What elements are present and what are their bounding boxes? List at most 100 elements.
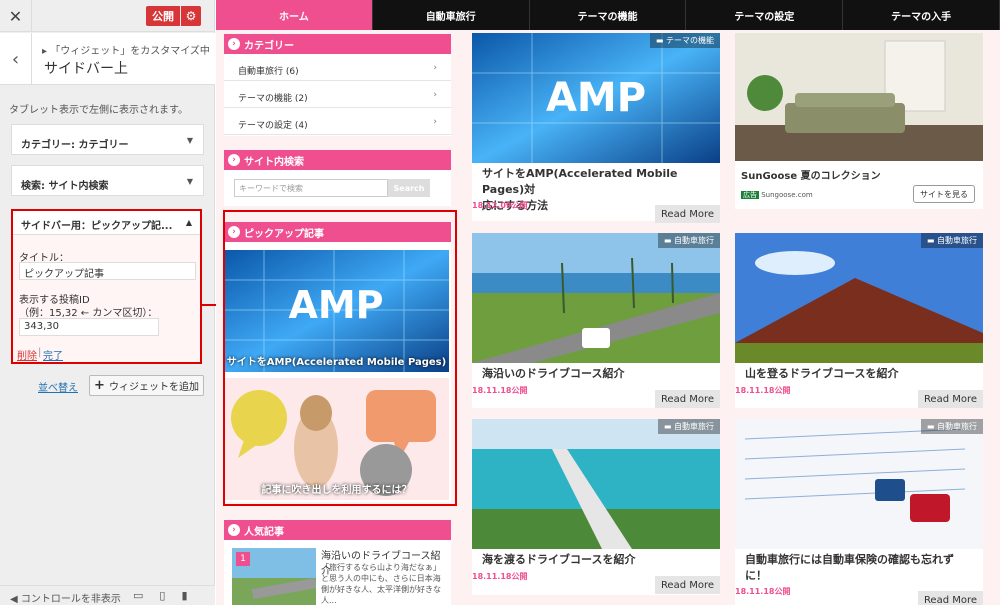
post-thumbnail: ▬ 自動車旅行 [472,419,720,549]
category-badge: ▬ 自動車旅行 [657,233,720,248]
post-ids-hint: （例：15,32 ← カンマ区切）： [19,308,158,319]
customizer-panel: ✕ 公開 ⚙ ‹ ▸ 「ウィジェット」をカスタマイズ中 サイドバー上 タブレット… [0,0,215,605]
category-badge-text: 自動車旅行 [674,236,714,245]
global-nav: ホーム 自動車旅行 テーマの機能 テーマの設定 テーマの入手 [216,0,1000,30]
nav-item-car-travel[interactable]: 自動車旅行 [373,0,530,30]
folder-icon: ▬ [926,422,935,431]
post-thumbnail: AMP ▬ テーマの機能 [472,33,720,163]
folder-icon: ▬ [663,236,672,245]
post-card[interactable]: ▬ 自動車旅行 山を登るドライブコースを紹介 18.11.18公開 Read M… [735,233,983,408]
widget-header[interactable]: サイドバー用：ピックアップ記... ▲ [13,211,200,235]
popular-excerpt: 「旅行するなら山より海だなぁ」と思う人の中にも、さらに日本海側が好きな人、太平洋… [321,563,441,604]
post-title: 山を登るドライブコースを紹介 [745,367,899,380]
section-description: タブレット表示で左側に表示されます。 [9,105,188,116]
hide-controls-button[interactable]: ◀ コントロールを非表示 [10,590,121,605]
mobile-icon[interactable]: ▮ [181,589,187,602]
widget-title: 検索: サイト内検索 [21,181,109,192]
read-more-button[interactable]: Read More [918,591,983,605]
post-thumbnail: ▬ 自動車旅行 [735,233,983,363]
search-button[interactable]: Search [388,179,430,197]
customizer-header: ✕ 公開 ⚙ [0,0,214,32]
post-ids-input[interactable]: 343,30 [19,318,159,336]
post-card[interactable]: ▬ 自動車旅行 海沿いのドライブコース紹介 18.11.18公開 Read Mo… [472,233,720,408]
post-title-line: サイトをAMP(Accelerated Mobile Pages)対 [482,167,678,196]
read-more-button[interactable]: Read More [918,390,983,408]
desktop-icon[interactable]: ▭ [133,589,143,602]
category-label: テーマの設定 (4) [238,121,308,131]
nav-item-theme-features[interactable]: テーマの機能 [530,0,687,30]
widget-categories[interactable]: カテゴリー: カテゴリー ▼ [11,124,204,155]
popular-thumb[interactable]: 1 [232,548,316,605]
widget-pickup-expanded: サイドバー用：ピックアップ記... ▲ タイトル： ピックアップ記事 表示する投… [11,209,202,364]
ad-card[interactable]: SunGoose 夏のコレクション 広告 Sungoose.com サイトを見る [735,33,983,209]
delete-link[interactable]: 削除 [17,347,37,362]
widget-heading-text: サイト内検索 [244,156,304,168]
category-badge: ▬ 自動車旅行 [657,419,720,434]
ad-title: SunGoose 夏のコレクション [741,171,881,182]
widget-title: サイドバー用：ピックアップ記... [21,221,173,232]
publish-button[interactable]: 公開 [146,6,180,26]
ad-domain: Sungoose.com [761,191,813,199]
nav-item-theme-settings[interactable]: テーマの設定 [686,0,844,30]
category-badge-text: 自動車旅行 [674,422,714,431]
link-separator: | [38,347,42,358]
section-header: ‹ ▸ 「ウィジェット」をカスタマイズ中 サイドバー上 [0,33,215,85]
chevron-right-icon: › [433,63,437,73]
chevron-right-icon: › [228,524,240,536]
post-date: 18.11.18公開 [472,572,528,581]
category-label: テーマの機能 (2) [238,94,308,104]
category-item[interactable]: テーマの設定 (4) › [224,108,451,135]
widget-heading-text: カテゴリー [244,40,294,52]
post-date: 18.12.09公開 [472,201,528,210]
category-badge: ▬ 自動車旅行 [920,233,983,248]
read-more-button[interactable]: Read More [655,576,720,594]
widget-search[interactable]: 検索: サイト内検索 ▼ [11,165,204,196]
search-widget: › サイト内検索 キーワードで検索 Search [224,150,451,206]
category-badge: ▬ 自動車旅行 [920,419,983,434]
folder-icon: ▬ [663,422,672,431]
nav-item-home[interactable]: ホーム [216,0,373,30]
search-form: キーワードで検索 Search [224,170,451,202]
rank-badge: 1 [236,552,250,566]
back-arrow-icon[interactable]: ‹ [0,33,32,85]
category-badge: ▬ テーマの機能 [649,33,720,48]
search-input[interactable]: キーワードで検索 [234,179,388,197]
ad-visit-button[interactable]: サイトを見る [913,185,975,203]
reorder-link[interactable]: 並べ替え [38,379,78,394]
tablet-icon[interactable]: ▯ [159,589,165,602]
hide-controls-label: コントロールを非表示 [20,594,121,605]
chevron-right-icon: › [228,38,240,50]
folder-icon: ▬ [926,236,935,245]
chevron-right-icon: › [433,90,437,100]
caret-up-icon: ▲ [185,218,192,227]
caret-down-icon: ▼ [186,177,193,186]
category-badge-text: テーマの機能 [666,36,714,45]
chevron-right-icon: › [433,117,437,127]
category-item[interactable]: 自動車旅行 (6) › [224,54,451,81]
post-card[interactable]: ▬ 自動車旅行 海を渡るドライブコースを紹介 18.11.18公開 Read M… [472,419,720,595]
category-item[interactable]: テーマの機能 (2) › [224,81,451,108]
category-badge-text: 自動車旅行 [937,236,977,245]
post-title-line: 自動車旅行には自動車保険の確認も忘れず [745,553,954,566]
title-input[interactable]: ピックアップ記事 [19,262,196,280]
amp-logo-text: AMP [546,75,646,121]
add-widget-button[interactable]: + ウィジェットを追加 [89,375,204,396]
widget-heading: › カテゴリー [224,34,451,54]
read-more-button[interactable]: Read More [655,390,720,408]
done-link[interactable]: 完了 [43,347,63,362]
widget-heading-text: 人気記事 [244,526,284,538]
ad-badge: 広告 [741,191,759,199]
read-more-button[interactable]: Read More [655,205,720,223]
section-title: サイドバー上 [44,61,128,77]
post-card[interactable]: AMP ▬ テーマの機能 サイトをAMP(Accelerated Mobile … [472,33,720,223]
widget-heading: › 人気記事 [224,520,451,540]
gear-icon[interactable]: ⚙ [181,6,201,26]
nav-item-get-theme[interactable]: テーマの入手 [843,0,1000,30]
post-thumbnail: ▬ 自動車旅行 [735,419,983,549]
close-icon[interactable]: ✕ [0,0,32,32]
post-card[interactable]: ▬ 自動車旅行 自動車旅行には自動車保険の確認も忘れず に！ 18.11.18公開… [735,419,983,605]
post-title: 自動車旅行には自動車保険の確認も忘れず に！ [745,552,954,584]
device-switcher: ▭ ▯ ▮ [133,589,188,602]
customizer-footer: ◀ コントロールを非表示 ▭ ▯ ▮ [0,585,215,605]
category-label: 自動車旅行 (6) [238,67,299,77]
